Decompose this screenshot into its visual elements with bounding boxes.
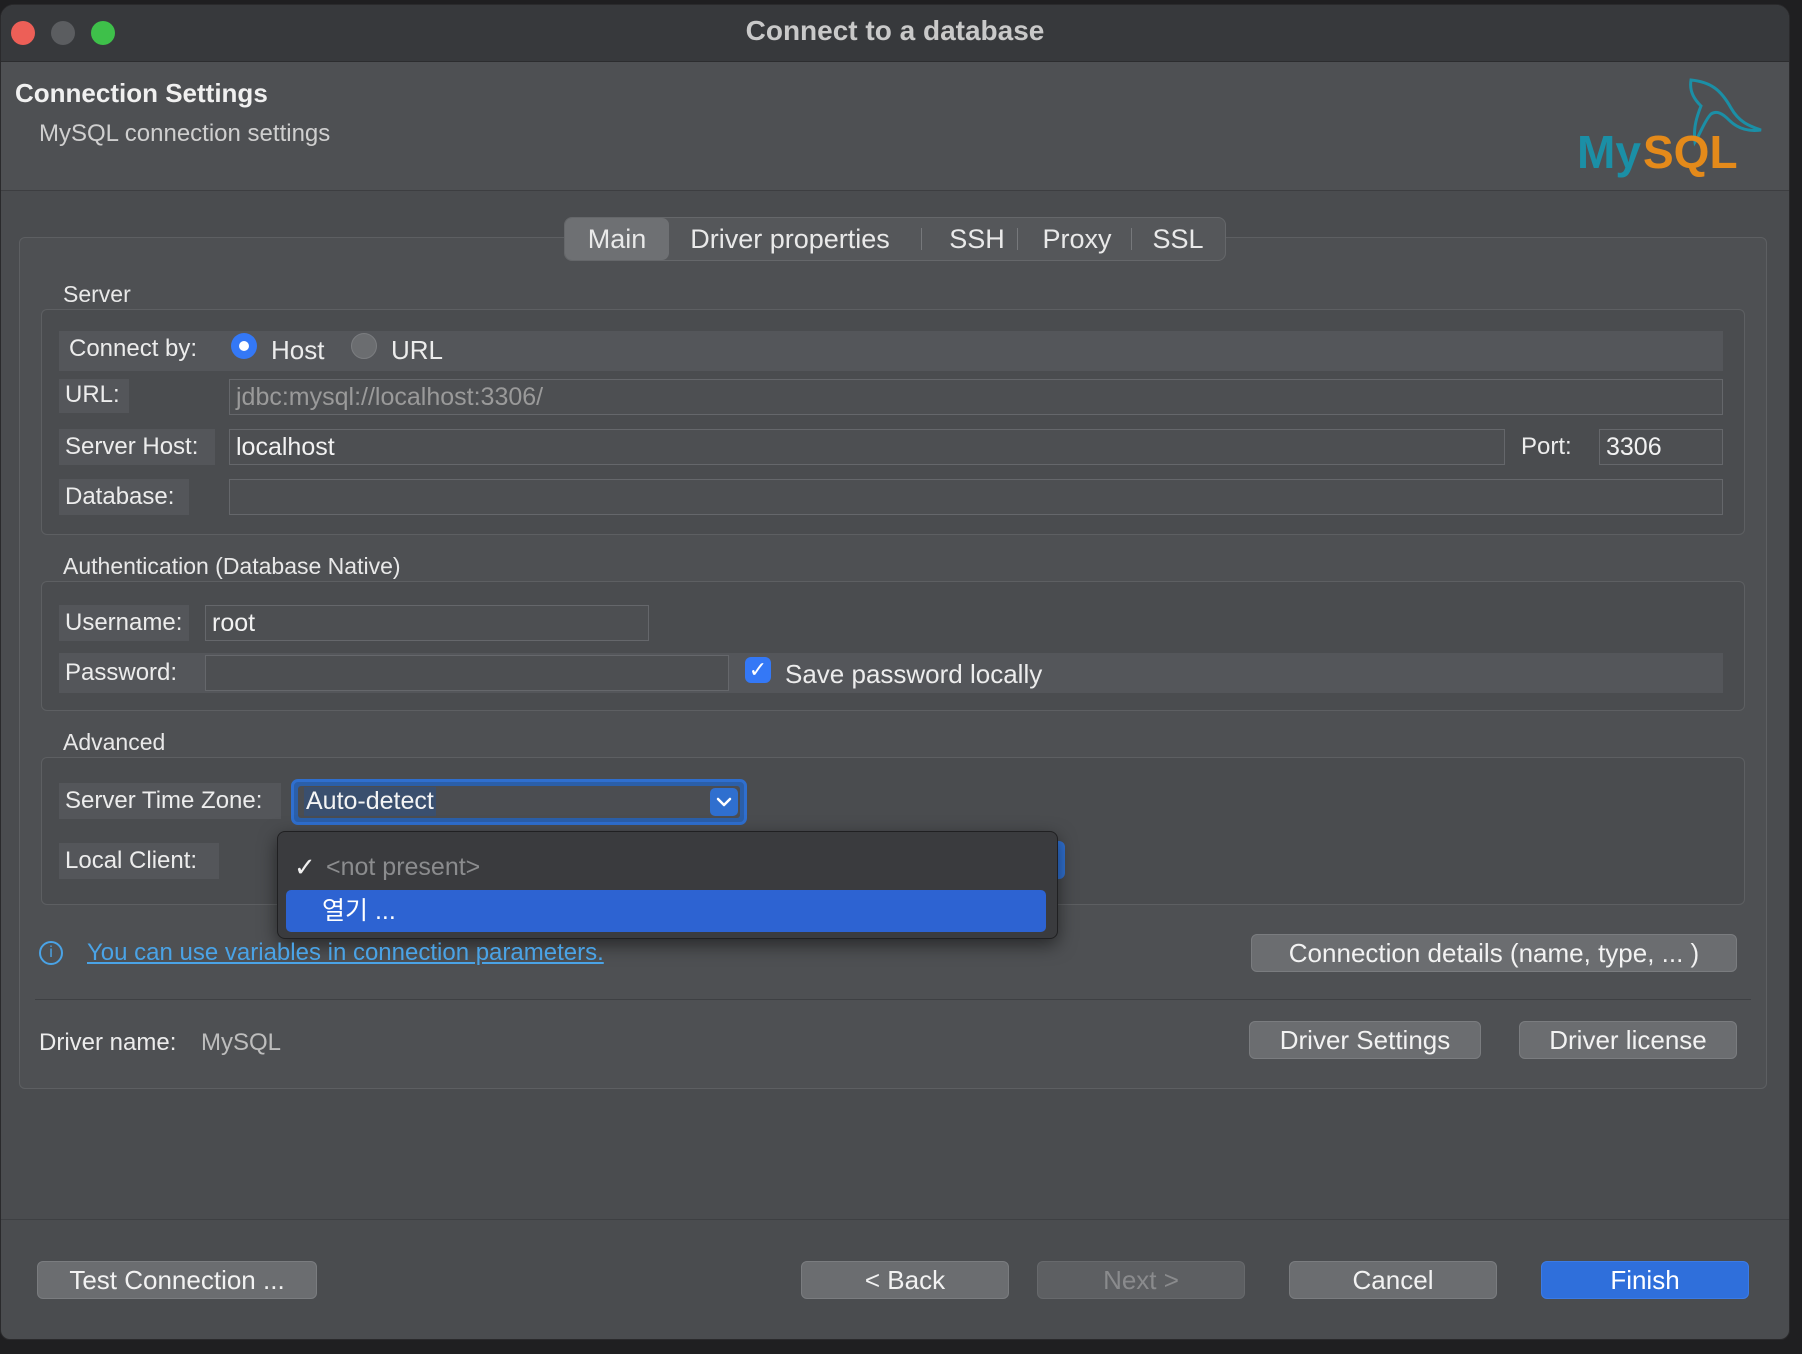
connection-details-button[interactable]: Connection details (name, type, ... ) <box>1251 934 1737 972</box>
save-password-label[interactable]: Save password locally <box>785 659 1042 690</box>
mysql-logo: My SQL <box>1577 78 1762 178</box>
server-host-field[interactable]: localhost <box>229 429 1505 465</box>
divider <box>35 999 1751 1000</box>
driver-name-label: Driver name: <box>39 1029 177 1056</box>
port-field[interactable]: 3306 <box>1599 429 1723 465</box>
checkmark-icon: ✓ <box>294 852 316 882</box>
url-label: URL: <box>65 381 120 408</box>
page-title: Connection Settings <box>15 78 268 108</box>
driver-name-value: MySQL <box>201 1029 282 1056</box>
host-radio[interactable] <box>231 333 257 359</box>
connect-dialog-window: Connect to a database Connection Setting… <box>0 4 1790 1340</box>
username-label: Username: <box>65 609 183 636</box>
timezone-label: Server Time Zone: <box>65 787 263 814</box>
host-radio-label[interactable]: Host <box>271 335 324 366</box>
server-host-label: Server Host: <box>65 433 199 460</box>
title-bar: Connect to a database <box>1 5 1789 62</box>
database-field[interactable] <box>229 479 1723 515</box>
tab-ssh[interactable]: SSH <box>925 218 1029 260</box>
footer-divider <box>1 1219 1789 1220</box>
dropdown-item-label: <not present> <box>326 853 481 881</box>
advanced-group-label: Advanced <box>63 729 166 755</box>
driver-settings-button[interactable]: Driver Settings <box>1249 1021 1481 1059</box>
tab-separator <box>921 228 922 250</box>
tab-separator <box>1131 228 1132 250</box>
tab-bar: Main Driver properties SSH Proxy SSL <box>564 217 1226 261</box>
server-group-label: Server <box>63 281 131 307</box>
timezone-select[interactable]: Auto-detect <box>291 779 747 825</box>
url-radio[interactable] <box>351 333 377 359</box>
url-field[interactable]: jdbc:mysql://localhost:3306/ <box>229 379 1723 415</box>
database-label: Database: <box>65 483 175 510</box>
tab-proxy[interactable]: Proxy <box>1021 218 1133 260</box>
dropdown-item-not-present[interactable]: ✓ <not present> <box>286 846 1046 888</box>
variables-help-link[interactable]: You can use variables in connection para… <box>87 939 604 967</box>
page-subtitle: MySQL connection settings <box>39 120 331 147</box>
port-label: Port: <box>1521 433 1572 460</box>
local-client-dropdown-menu: ✓ <not present> 열기 ... <box>277 831 1058 939</box>
window-title: Connect to a database <box>745 15 1045 46</box>
settings-header: Connection Settings MySQL connection set… <box>1 62 1789 191</box>
dropdown-item-open[interactable]: 열기 ... <box>286 890 1046 932</box>
chevron-down-icon[interactable] <box>710 788 738 816</box>
logo-text-sql: SQL <box>1643 126 1738 178</box>
tab-separator <box>1017 228 1018 250</box>
timezone-value: Auto-detect <box>304 787 436 816</box>
cancel-button[interactable]: Cancel <box>1289 1261 1497 1299</box>
back-button[interactable]: < Back <box>801 1261 1009 1299</box>
url-radio-label[interactable]: URL <box>391 335 443 366</box>
test-connection-button[interactable]: Test Connection ... <box>37 1261 317 1299</box>
logo-text-my: My <box>1577 126 1641 178</box>
info-icon: i <box>39 941 63 965</box>
connect-by-label: Connect by: <box>69 335 198 362</box>
auth-group-label: Authentication (Database Native) <box>63 553 401 579</box>
tab-ssl[interactable]: SSL <box>1135 218 1221 260</box>
timezone-select-inner: Auto-detect <box>298 786 740 818</box>
password-label: Password: <box>65 659 178 686</box>
driver-license-button[interactable]: Driver license <box>1519 1021 1737 1059</box>
password-field[interactable] <box>205 655 729 691</box>
local-client-label: Local Client: <box>65 847 198 874</box>
next-button[interactable]: Next > <box>1037 1261 1245 1299</box>
dropdown-item-label: 열기 ... <box>322 897 396 925</box>
username-field[interactable]: root <box>205 605 649 641</box>
save-password-checkbox[interactable]: ✓ <box>745 657 771 683</box>
tab-main[interactable]: Main <box>565 218 669 260</box>
finish-button[interactable]: Finish <box>1541 1261 1749 1299</box>
tab-driver-properties[interactable]: Driver properties <box>675 218 905 260</box>
